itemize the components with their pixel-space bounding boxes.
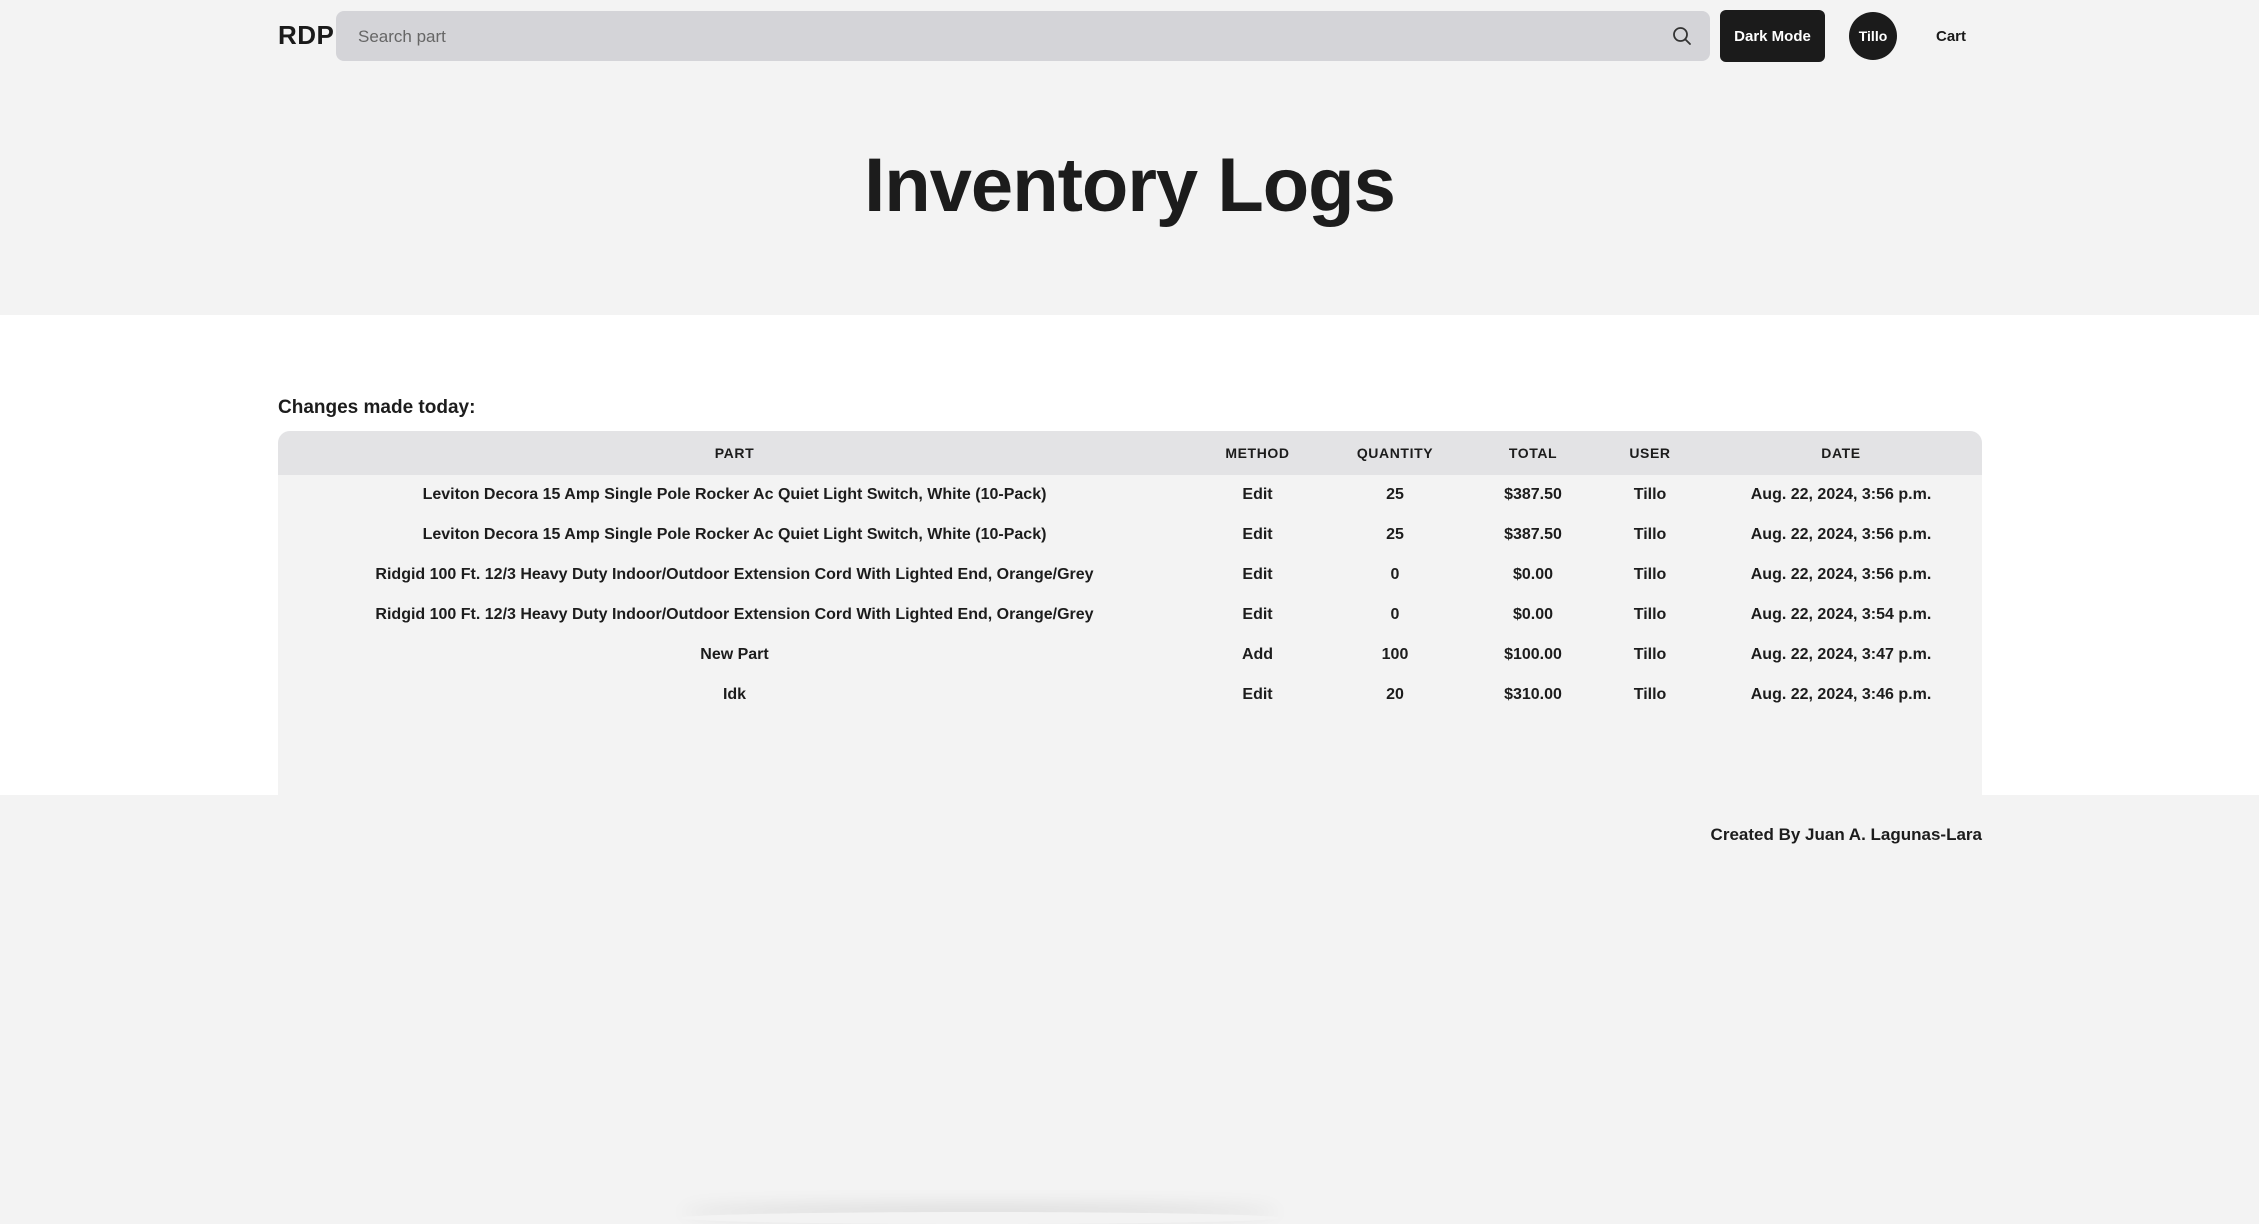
top-navigation-bar: RDP Dark Mode Tillo Cart [0, 0, 2259, 72]
cell-quantity: 25 [1386, 526, 1404, 543]
cell-part: Leviton Decora 15 Amp Single Pole Rocker… [422, 486, 1047, 503]
footer-credit: Created By Juan A. Lagunas-Lara [1710, 825, 1982, 844]
cell-date: Aug. 22, 2024, 3:56 p.m. [1750, 566, 1932, 583]
page-title: Inventory Logs [864, 143, 1396, 228]
cell-total: $310.00 [1504, 686, 1562, 703]
cell-method: Edit [1242, 566, 1273, 583]
table-header-row: PART METHOD QUANTITY TOTAL USER DATE [278, 431, 1982, 475]
inventory-log-table: PART METHOD QUANTITY TOTAL USER DATE Lev… [278, 431, 1982, 715]
cell-part: New Part [700, 646, 769, 663]
table-row: Ridgid 100 Ft. 12/3 Heavy Duty Indoor/Ou… [278, 555, 1982, 595]
inventory-log-table-container: PART METHOD QUANTITY TOTAL USER DATE Lev… [278, 431, 1982, 831]
cell-user: Tillo [1633, 566, 1667, 583]
cell-user: Tillo [1633, 526, 1667, 543]
cell-user: Tillo [1633, 646, 1667, 663]
column-header-part: PART [714, 445, 755, 461]
cell-quantity: 20 [1386, 686, 1404, 703]
cell-date: Aug. 22, 2024, 3:56 p.m. [1750, 526, 1932, 543]
cell-user: Tillo [1633, 486, 1667, 503]
cell-method: Edit [1242, 686, 1273, 703]
dark-mode-button[interactable]: Dark Mode [1720, 10, 1825, 62]
cell-method: Add [1241, 646, 1274, 663]
search-icon[interactable] [1670, 24, 1694, 48]
table-row: Ridgid 100 Ft. 12/3 Heavy Duty Indoor/Ou… [278, 595, 1982, 635]
cell-date: Aug. 22, 2024, 3:54 p.m. [1750, 606, 1932, 623]
brand-logo[interactable]: RDP [278, 20, 334, 51]
changes-today-heading: Changes made today: [278, 397, 476, 418]
search-input[interactable] [356, 11, 1650, 63]
cell-user: Tillo [1633, 686, 1667, 703]
cell-total: $0.00 [1512, 606, 1554, 623]
cell-total: $387.50 [1504, 486, 1562, 503]
table-row: Leviton Decora 15 Amp Single Pole Rocker… [278, 475, 1982, 515]
column-header-total: TOTAL [1508, 445, 1558, 461]
column-header-date: DATE [1821, 445, 1861, 461]
cell-date: Aug. 22, 2024, 3:47 p.m. [1750, 646, 1932, 663]
cart-link[interactable]: Cart [1928, 14, 1974, 58]
cell-user: Tillo [1633, 606, 1667, 623]
cell-quantity: 0 [1390, 606, 1400, 623]
cell-method: Edit [1242, 486, 1273, 503]
cell-part: Ridgid 100 Ft. 12/3 Heavy Duty Indoor/Ou… [375, 606, 1094, 623]
cell-quantity: 100 [1381, 646, 1409, 663]
bottom-edge-shadow [680, 1212, 1280, 1224]
cell-total: $0.00 [1512, 566, 1554, 583]
cell-method: Edit [1242, 526, 1273, 543]
cell-part: Ridgid 100 Ft. 12/3 Heavy Duty Indoor/Ou… [375, 566, 1094, 583]
table-row: New Part Add 100 $100.00 Tillo Aug. 22, … [278, 635, 1982, 675]
cell-quantity: 25 [1386, 486, 1404, 503]
cell-part: Idk [722, 686, 747, 703]
cell-method: Edit [1242, 606, 1273, 623]
cell-total: $387.50 [1504, 526, 1562, 543]
column-header-user: USER [1629, 445, 1671, 461]
cell-date: Aug. 22, 2024, 3:56 p.m. [1750, 486, 1932, 503]
table-row: Leviton Decora 15 Amp Single Pole Rocker… [278, 515, 1982, 555]
cell-date: Aug. 22, 2024, 3:46 p.m. [1750, 686, 1932, 703]
column-header-quantity: QUANTITY [1356, 445, 1434, 461]
search-bar[interactable] [336, 11, 1710, 63]
cell-total: $100.00 [1504, 646, 1562, 663]
user-avatar-button[interactable]: Tillo [1849, 12, 1897, 60]
column-header-method: METHOD [1225, 445, 1290, 461]
cell-quantity: 0 [1390, 566, 1400, 583]
logs-section: Changes made today: PART METHOD QUANTITY… [0, 315, 2259, 831]
cell-part: Leviton Decora 15 Amp Single Pole Rocker… [422, 526, 1047, 543]
table-row: Idk Edit 20 $310.00 Tillo Aug. 22, 2024,… [278, 675, 1982, 715]
